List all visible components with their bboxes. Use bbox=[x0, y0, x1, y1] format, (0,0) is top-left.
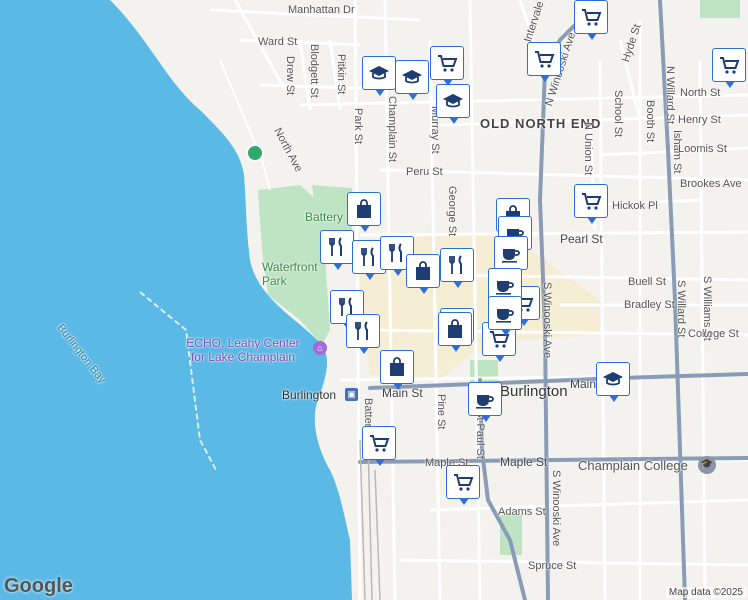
shopping-bag-icon bbox=[448, 319, 462, 338]
street-label: Pearl St bbox=[560, 232, 603, 246]
graduation-cap-icon bbox=[443, 94, 463, 108]
restaurant-icon bbox=[449, 255, 462, 274]
shopping-bag-pin[interactable] bbox=[347, 192, 381, 232]
restaurant-icon bbox=[355, 321, 368, 340]
shopping-bag-icon bbox=[390, 357, 404, 376]
shopping-cart-icon bbox=[370, 435, 390, 452]
transit-stop-icon[interactable] bbox=[246, 144, 264, 162]
university-icon[interactable]: 🎓 bbox=[698, 456, 716, 474]
google-logo[interactable]: Google bbox=[4, 575, 73, 598]
station-label[interactable]: Burlington bbox=[282, 388, 336, 402]
coffee-cup-icon bbox=[476, 395, 494, 409]
shopping-cart-pin[interactable] bbox=[430, 46, 464, 86]
street-label: Ward St bbox=[258, 36, 298, 48]
shopping-cart-pin[interactable] bbox=[574, 0, 608, 40]
graduation-cap-pin[interactable] bbox=[596, 362, 630, 402]
shopping-cart-icon bbox=[454, 474, 474, 491]
street-label: Booth St bbox=[644, 100, 656, 143]
city-label: Burlington bbox=[500, 383, 568, 400]
shopping-cart-pin[interactable] bbox=[362, 426, 396, 466]
street-label: Henry St bbox=[678, 114, 721, 126]
shopping-bag-pin[interactable] bbox=[380, 350, 414, 390]
shopping-bag-icon bbox=[416, 261, 430, 280]
coffee-cup-icon bbox=[496, 309, 514, 323]
map-attribution[interactable]: Map data ©2025 bbox=[665, 587, 746, 598]
street-label: Pine St bbox=[435, 394, 447, 430]
museum-icon[interactable]: ⌂ bbox=[313, 341, 327, 355]
shopping-bag-icon bbox=[357, 199, 371, 218]
graduation-cap-pin[interactable] bbox=[436, 84, 470, 124]
battery-park-label: Battery bbox=[305, 210, 344, 224]
coffee-cup-icon bbox=[496, 281, 514, 295]
street-label: Loomis St bbox=[678, 143, 727, 155]
coffee-cup-pin[interactable] bbox=[468, 382, 502, 422]
street-label: North St bbox=[680, 87, 721, 99]
restaurant-icon bbox=[329, 237, 342, 256]
shopping-cart-pin[interactable] bbox=[574, 184, 608, 224]
street-label: Brookes Ave bbox=[680, 178, 742, 190]
shopping-cart-pin[interactable] bbox=[712, 48, 746, 88]
street-label: Pitkin St bbox=[335, 54, 347, 95]
champlain-college-label[interactable]: Champlain College bbox=[578, 458, 688, 473]
street-label: Drew St bbox=[284, 56, 296, 96]
street-label: N Willard St bbox=[664, 66, 676, 125]
street-label: Champlain St bbox=[386, 96, 398, 163]
street-label: George St bbox=[446, 186, 458, 237]
shopping-cart-icon bbox=[582, 193, 602, 210]
restaurant-pin[interactable] bbox=[346, 314, 380, 354]
street-label: Manhattan Dr bbox=[288, 4, 355, 16]
graduation-cap-icon bbox=[603, 372, 623, 386]
coffee-cup-pin[interactable] bbox=[488, 296, 522, 336]
graduation-cap-pin[interactable] bbox=[395, 60, 429, 100]
street-label: Hickok Pl bbox=[612, 200, 658, 212]
shopping-bag-pin[interactable] bbox=[438, 312, 472, 352]
shopping-cart-pin[interactable] bbox=[446, 465, 480, 505]
restaurant-pin[interactable] bbox=[320, 230, 354, 270]
street-label: S Winooski Ave bbox=[550, 470, 562, 547]
street-label: Adams St bbox=[498, 506, 546, 518]
waterfront-park-label: Waterfront Park bbox=[262, 260, 318, 288]
echo-center-label[interactable]: ECHO, Leahy Center for Lake Champlain bbox=[178, 336, 308, 364]
street-label: S Williams St bbox=[701, 276, 713, 341]
street-label: Maple St bbox=[500, 455, 548, 469]
street-label: College St bbox=[688, 328, 739, 340]
street-label: S Winooski Ave bbox=[541, 282, 553, 359]
graduation-cap-pin[interactable] bbox=[362, 56, 396, 96]
coffee-cup-pin[interactable] bbox=[494, 236, 528, 276]
street-label: Bradley St bbox=[624, 299, 675, 311]
shopping-cart-icon bbox=[438, 55, 458, 72]
graduation-cap-icon bbox=[402, 70, 422, 84]
street-label: S Willard St bbox=[675, 280, 687, 338]
shopping-cart-icon bbox=[535, 51, 555, 68]
graduation-cap-icon bbox=[369, 66, 389, 80]
shopping-cart-pin[interactable] bbox=[527, 42, 561, 82]
street-label: Peru St bbox=[406, 166, 443, 178]
train-station-icon[interactable]: ▣ bbox=[345, 388, 358, 401]
restaurant-icon bbox=[361, 247, 374, 266]
shopping-bag-pin[interactable] bbox=[406, 254, 440, 294]
street-label: Buell St bbox=[628, 276, 666, 288]
street-label: School St bbox=[612, 90, 624, 138]
map-canvas[interactable]: OLD NORTH END Burlington Burlington Bay … bbox=[0, 0, 748, 600]
street-label: Park St bbox=[352, 108, 364, 145]
street-label: Spruce St bbox=[528, 560, 577, 572]
street-label: N Union St bbox=[582, 122, 594, 176]
shopping-cart-icon bbox=[582, 9, 602, 26]
street-label: Blodgett St bbox=[308, 44, 320, 98]
restaurant-pin[interactable] bbox=[440, 248, 474, 288]
coffee-cup-icon bbox=[502, 249, 520, 263]
shopping-cart-icon bbox=[720, 57, 740, 74]
